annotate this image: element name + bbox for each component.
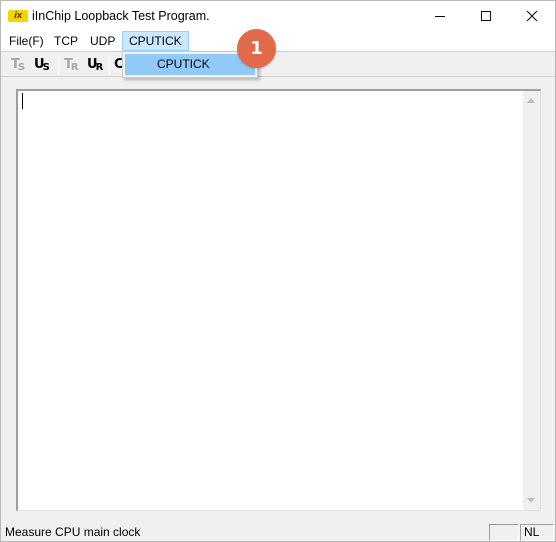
text-caret — [22, 93, 23, 109]
toolbar-separator — [109, 56, 110, 74]
app-window: ix iInChip Loopback Test Program. File(F… — [0, 0, 556, 542]
dropdown-item-cputick[interactable]: CPUTICK — [125, 54, 255, 75]
app-icon[interactable]: ix — [8, 10, 28, 22]
title-bar[interactable]: ix iInChip Loopback Test Program. — [1, 1, 555, 31]
minimize-icon — [435, 15, 445, 17]
output-text-area[interactable] — [16, 89, 541, 511]
scroll-up-icon[interactable] — [527, 98, 535, 103]
menu-bar: File(F) TCP UDP CPUTICK — [1, 31, 555, 51]
tcp-server-button[interactable]: TS — [11, 55, 31, 75]
toolbar-separator — [58, 56, 59, 74]
udp-receive-icon: UR — [87, 57, 103, 73]
status-bar: Measure CPU main clock NL — [1, 523, 555, 541]
scroll-down-icon[interactable] — [527, 498, 535, 503]
toolbar: TS US TR UR C — [1, 51, 555, 77]
tcp-server-icon: TS — [11, 57, 25, 73]
maximize-button[interactable] — [463, 1, 509, 31]
cputick-icon: C — [114, 57, 123, 72]
status-pane — [489, 524, 519, 541]
menu-cputick[interactable]: CPUTICK — [122, 31, 189, 51]
maximize-icon — [481, 11, 491, 21]
step-callout-badge: 1 — [237, 29, 276, 68]
minimize-button[interactable] — [417, 1, 463, 31]
tcp-receive-icon: TR — [64, 57, 78, 73]
window-title: iInChip Loopback Test Program. — [32, 9, 210, 23]
udp-server-icon: US — [34, 57, 50, 73]
close-icon — [526, 10, 538, 22]
menu-udp[interactable]: UDP — [84, 31, 121, 51]
menu-tcp[interactable]: TCP — [48, 31, 84, 51]
udp-server-button[interactable]: US — [34, 55, 54, 75]
close-button[interactable] — [509, 1, 555, 31]
status-message: Measure CPU main clock — [5, 525, 141, 539]
status-pane-nl: NL — [520, 524, 554, 541]
menu-file[interactable]: File(F) — [3, 31, 50, 51]
tcp-receive-button[interactable]: TR — [64, 55, 84, 75]
udp-receive-button[interactable]: UR — [87, 55, 107, 75]
vertical-scrollbar[interactable] — [523, 91, 540, 510]
